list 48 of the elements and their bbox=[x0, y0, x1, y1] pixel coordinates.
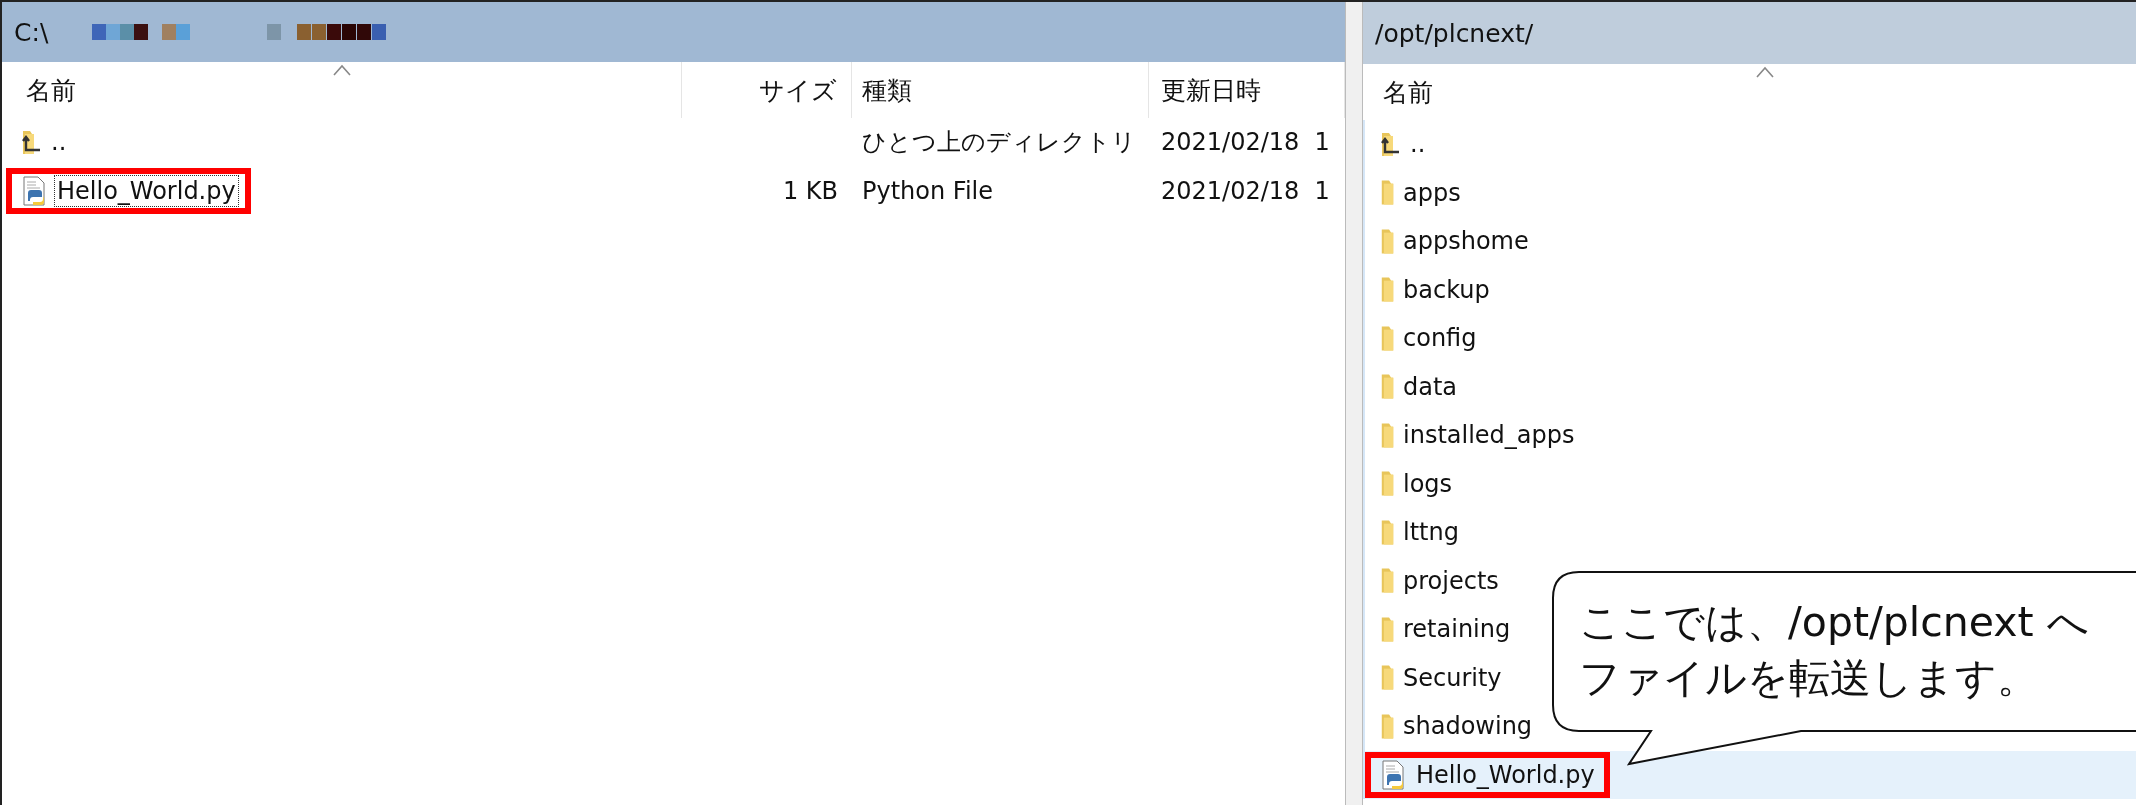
file-name[interactable]: Hello_World.py bbox=[1413, 758, 1598, 791]
folder-icon bbox=[1381, 180, 1394, 206]
folder-icon bbox=[1381, 471, 1394, 497]
folder-icon bbox=[1381, 519, 1394, 545]
folder-icon bbox=[1381, 568, 1394, 594]
file-type: ひとつ上のディレクトリ bbox=[862, 127, 1136, 159]
file-name[interactable]: projects bbox=[1400, 564, 1502, 597]
modified-date: 2021/02/18 1 bbox=[1161, 128, 1330, 157]
selected-row[interactable]: Hello_World.py bbox=[1365, 750, 2136, 799]
file-name[interactable]: Hello_World.py bbox=[54, 174, 239, 207]
folder-icon bbox=[1381, 374, 1394, 400]
column-header[interactable]: 名前 bbox=[1363, 64, 2136, 120]
file-name[interactable]: .. bbox=[1407, 128, 1429, 161]
file-name[interactable]: Security bbox=[1400, 661, 1505, 694]
sort-caret-icon bbox=[332, 64, 352, 76]
python-file-icon bbox=[22, 175, 48, 206]
pane-splitter[interactable] bbox=[1345, 2, 1363, 805]
modified-date: 2021/02/18 1 bbox=[1161, 176, 1330, 205]
file-name[interactable]: retaining bbox=[1400, 613, 1514, 646]
column-header[interactable]: 名前 bbox=[2, 62, 682, 118]
path-text: C:\ bbox=[14, 17, 49, 47]
sort-caret-icon bbox=[1755, 66, 1775, 78]
file-name[interactable]: .. bbox=[48, 126, 70, 159]
path-text: /opt/plcnext/ bbox=[1375, 18, 1534, 48]
file-name[interactable]: config bbox=[1400, 322, 1480, 355]
folder-icon bbox=[1381, 616, 1394, 642]
column-header[interactable]: サイズ bbox=[682, 62, 852, 118]
folder-icon bbox=[1381, 228, 1394, 254]
file-name[interactable]: logs bbox=[1400, 467, 1456, 500]
folder-icon bbox=[1381, 713, 1394, 739]
file-name[interactable]: appshome bbox=[1400, 225, 1532, 258]
file-name[interactable]: data bbox=[1400, 370, 1461, 403]
file-name[interactable]: shadowing bbox=[1400, 710, 1536, 743]
column-header[interactable]: 種類 bbox=[852, 62, 1149, 118]
folder-icon bbox=[1381, 422, 1394, 448]
parent-folder-icon bbox=[22, 129, 42, 155]
file-name[interactable]: lttng bbox=[1400, 516, 1462, 549]
folder-icon bbox=[1381, 277, 1394, 303]
python-file-icon bbox=[1381, 759, 1407, 790]
file-name[interactable]: apps bbox=[1400, 176, 1464, 209]
file-size: 1 KB bbox=[782, 176, 838, 205]
parent-folder-icon bbox=[1381, 131, 1401, 157]
folder-icon bbox=[1381, 665, 1394, 691]
folder-icon bbox=[1381, 325, 1394, 351]
file-name[interactable]: installed_apps bbox=[1400, 419, 1578, 452]
callout-text: ここでは、/opt/plcnext へ ファイルを転送します。 bbox=[1579, 597, 2089, 704]
file-name[interactable]: backup bbox=[1400, 273, 1493, 306]
file-type: Python File bbox=[862, 176, 993, 205]
